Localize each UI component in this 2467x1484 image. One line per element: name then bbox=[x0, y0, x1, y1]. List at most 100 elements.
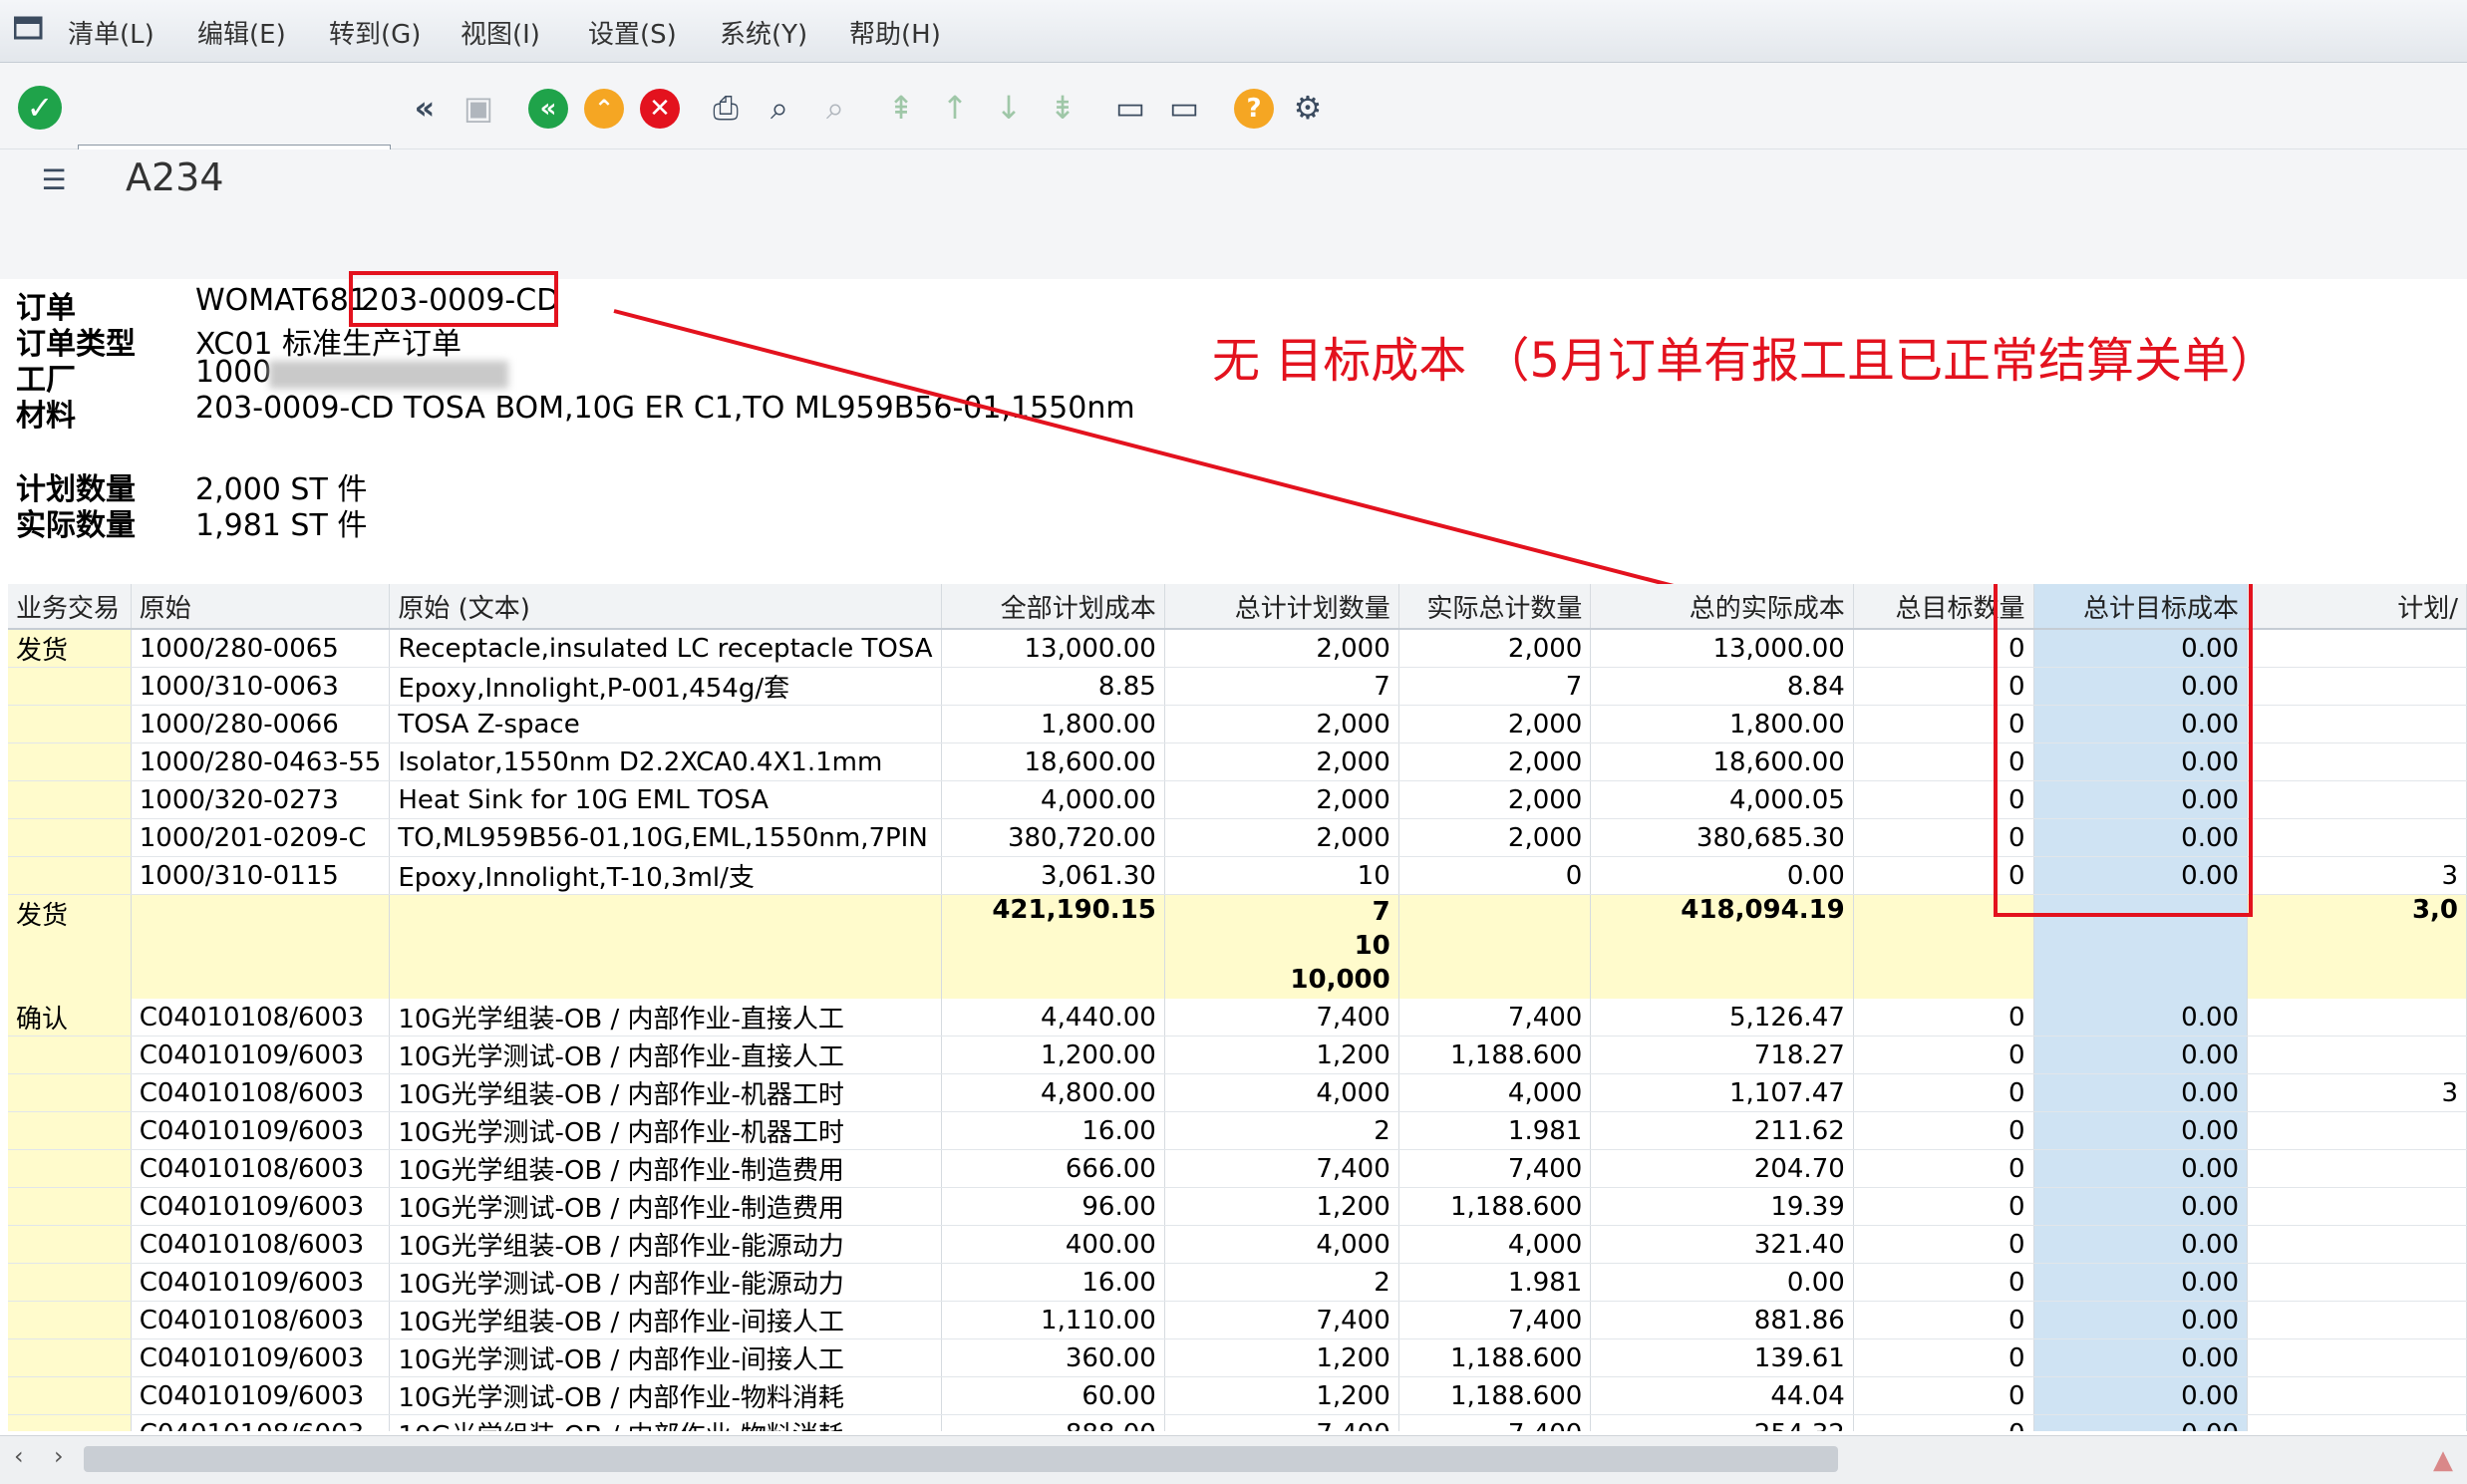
table-row[interactable]: C04010108/6003 10G光学组装-OB / 内部作业-制造费用 666.… bbox=[8, 1149, 2467, 1188]
cell-target-qty: 0 bbox=[1853, 1111, 2034, 1150]
cell-plan-cost: 1,110.00 bbox=[941, 1301, 1165, 1339]
cell-origin: C04010108/6003 bbox=[131, 1225, 391, 1264]
cell-origin: C04010109/6003 bbox=[131, 1376, 391, 1415]
cell-origin: C04010108/6003 bbox=[131, 1073, 391, 1112]
cell-actual-cost: 0.00 bbox=[1590, 1263, 1854, 1302]
cell-plan-qty: 10 bbox=[1164, 856, 1399, 895]
cell-target-cost: 0.00 bbox=[2033, 1187, 2249, 1226]
cell-origin: C04010109/6003 bbox=[131, 1111, 391, 1150]
cell-plan-actual: 3 bbox=[2247, 856, 2467, 895]
table-row[interactable]: C04010108/6003 10G光学组装-OB / 内部作业-间接人工 1,11… bbox=[8, 1301, 2467, 1339]
cell-plan-actual bbox=[2247, 742, 2467, 781]
table-row[interactable]: C04010109/6003 10G光学测试-OB / 内部作业-物料消耗 60.0… bbox=[8, 1376, 2467, 1415]
cell-actual-qty: 1.981 bbox=[1398, 1263, 1592, 1302]
table-row[interactable]: C04010109/6003 10G光学测试-OB / 内部作业-直接人工 1,20… bbox=[8, 1036, 2467, 1074]
cell-plan-cost: 4,000.00 bbox=[941, 780, 1165, 819]
cell-actual-qty: 7 bbox=[1398, 667, 1592, 706]
cell-transaction bbox=[8, 1036, 132, 1074]
cell-target-cost: 0.00 bbox=[2033, 1414, 2249, 1431]
subtotal-plan-actual: 3,0 bbox=[2247, 894, 2467, 999]
cell-origin-text: Receptacle,insulated LC receptacle TOSA bbox=[389, 629, 942, 668]
cell-plan-qty: 2,000 bbox=[1164, 780, 1399, 819]
cell-actual-cost: 881.86 bbox=[1590, 1301, 1854, 1339]
col-header-plan-qty[interactable]: 总计计划数量 bbox=[1164, 584, 1399, 630]
col-header-actual-cost[interactable]: 总的实际成本 bbox=[1590, 584, 1854, 630]
cell-origin-text: 10G光学测试-OB / 内部作业-直接人工 bbox=[389, 1036, 942, 1074]
scrollbar-thumb[interactable] bbox=[84, 1446, 1838, 1472]
cell-plan-actual bbox=[2247, 999, 2467, 1037]
table-row[interactable]: C04010109/6003 10G光学测试-OB / 内部作业-机器工时 16.0… bbox=[8, 1111, 2467, 1150]
col-header-actual-qty[interactable]: 实际总计数量 bbox=[1398, 584, 1592, 630]
cell-origin: 1000/310-0115 bbox=[131, 856, 391, 895]
cell-actual-qty: 2,000 bbox=[1398, 780, 1592, 819]
cell-plan-qty: 2 bbox=[1164, 1111, 1399, 1150]
cell-transaction bbox=[8, 1376, 132, 1415]
cell-plan-qty: 2 bbox=[1164, 1263, 1399, 1302]
table-row[interactable]: C04010108/600310G光学组装-OB / 内部作业-物料消耗888.… bbox=[8, 1414, 2467, 1431]
cell-actual-qty: 1.981 bbox=[1398, 1111, 1592, 1150]
cell-origin: 1000/201-0209-C bbox=[131, 818, 391, 857]
cell-origin: C04010109/6003 bbox=[131, 1338, 391, 1377]
cell-target-qty: 0 bbox=[1853, 1149, 2034, 1188]
cell-transaction bbox=[8, 1225, 132, 1264]
cell-target-cost: 0.00 bbox=[2033, 1338, 2249, 1377]
cell-origin-text: 10G光学测试-OB / 内部作业-间接人工 bbox=[389, 1338, 942, 1377]
cell-actual-qty: 4,000 bbox=[1398, 1225, 1592, 1264]
col-header-origin[interactable]: 原始 bbox=[131, 584, 391, 630]
table-row[interactable]: C04010109/6003 10G光学测试-OB / 内部作业-间接人工 360.… bbox=[8, 1338, 2467, 1377]
cell-target-qty: 0 bbox=[1853, 999, 2034, 1037]
cell-origin-text: 10G光学组装-OB / 内部作业-机器工时 bbox=[389, 1073, 942, 1112]
cell-actual-cost: 1,107.47 bbox=[1590, 1073, 1854, 1112]
table-row[interactable]: C04010108/6003 10G光学组装-OB / 内部作业-能源动力 400.… bbox=[8, 1225, 2467, 1264]
cell-plan-qty: 7,400 bbox=[1164, 1149, 1399, 1188]
table-row[interactable]: 确认 C04010108/6003 10G光学组装-OB / 内部作业-直接人工 4,… bbox=[8, 999, 2467, 1037]
cell-target-cost: 0.00 bbox=[2033, 1149, 2249, 1188]
cell-transaction bbox=[8, 742, 132, 781]
cell-actual-qty: 1,188.600 bbox=[1398, 1376, 1592, 1415]
cell-origin: 1000/280-0463-55 bbox=[131, 742, 391, 781]
cell-plan-qty: 4,000 bbox=[1164, 1073, 1399, 1112]
col-header-plan-cost[interactable]: 全部计划成本 bbox=[941, 584, 1165, 630]
cell-origin: C04010109/6003 bbox=[131, 1187, 391, 1226]
cell-target-cost: 0.00 bbox=[2033, 1263, 2249, 1302]
scroll-right-icon[interactable]: › bbox=[54, 1442, 64, 1470]
cell-plan-qty: 2,000 bbox=[1164, 705, 1399, 743]
cell-plan-qty: 7,400 bbox=[1164, 999, 1399, 1037]
horizontal-scrollbar[interactable]: ‹ › bbox=[0, 1435, 2467, 1484]
table-row[interactable]: C04010108/6003 10G光学组装-OB / 内部作业-机器工时 4,80… bbox=[8, 1073, 2467, 1112]
cell-plan-actual: 3 bbox=[2247, 1073, 2467, 1112]
col-header-origin-text[interactable]: 原始 (文本) bbox=[389, 584, 942, 630]
table-row[interactable]: C04010109/6003 10G光学测试-OB / 内部作业-能源动力 16.0… bbox=[8, 1263, 2467, 1302]
subtotal-empty bbox=[389, 894, 942, 999]
scroll-left-icon[interactable]: ‹ bbox=[14, 1442, 24, 1470]
cell-target-cost: 0.00 bbox=[2033, 1111, 2249, 1150]
cell-plan-actual bbox=[2247, 1301, 2467, 1339]
cell-plan-cost: 1,200.00 bbox=[941, 1036, 1165, 1074]
cell-actual-qty: 7,400 bbox=[1398, 1301, 1592, 1339]
cell-actual-qty: 7,400 bbox=[1398, 1149, 1592, 1188]
cell-plan-qty: 7,400 bbox=[1164, 1414, 1399, 1431]
cell-target-qty: 0 bbox=[1853, 1338, 2034, 1377]
cell-origin-text: 10G光学组装-OB / 内部作业-物料消耗 bbox=[389, 1414, 942, 1431]
cell-actual-cost: 204.70 bbox=[1590, 1149, 1854, 1188]
table-row[interactable]: C04010109/6003 10G光学测试-OB / 内部作业-制造费用 96.0… bbox=[8, 1187, 2467, 1226]
cell-origin: C04010109/6003 bbox=[131, 1036, 391, 1074]
col-header-transaction[interactable]: 业务交易 bbox=[8, 584, 132, 630]
col-header-plan-actual[interactable]: 计划/ bbox=[2247, 584, 2467, 630]
cell-target-cost: 0.00 bbox=[2033, 1376, 2249, 1415]
cell-plan-qty: 2,000 bbox=[1164, 818, 1399, 857]
cell-target-qty: 0 bbox=[1853, 1225, 2034, 1264]
cell-plan-qty: 1,200 bbox=[1164, 1338, 1399, 1377]
cell-plan-actual bbox=[2247, 1111, 2467, 1150]
cell-origin-text: TO,ML959B56-01,10G,EML,1550nm,7PIN bbox=[389, 818, 942, 857]
cell-plan-cost: 16.00 bbox=[941, 1263, 1165, 1302]
cell-origin: 1000/280-0066 bbox=[131, 705, 391, 743]
cell-plan-actual bbox=[2247, 1414, 2467, 1431]
cell-plan-actual bbox=[2247, 1376, 2467, 1415]
cell-plan-cost: 3,061.30 bbox=[941, 856, 1165, 895]
cell-origin-text: 10G光学组装-OB / 内部作业-直接人工 bbox=[389, 999, 942, 1037]
cell-origin: C04010108/6003 bbox=[131, 1414, 391, 1431]
cell-target-qty: 0 bbox=[1853, 1263, 2034, 1302]
cell-plan-cost: 380,720.00 bbox=[941, 818, 1165, 857]
subtotal-empty bbox=[131, 894, 391, 999]
